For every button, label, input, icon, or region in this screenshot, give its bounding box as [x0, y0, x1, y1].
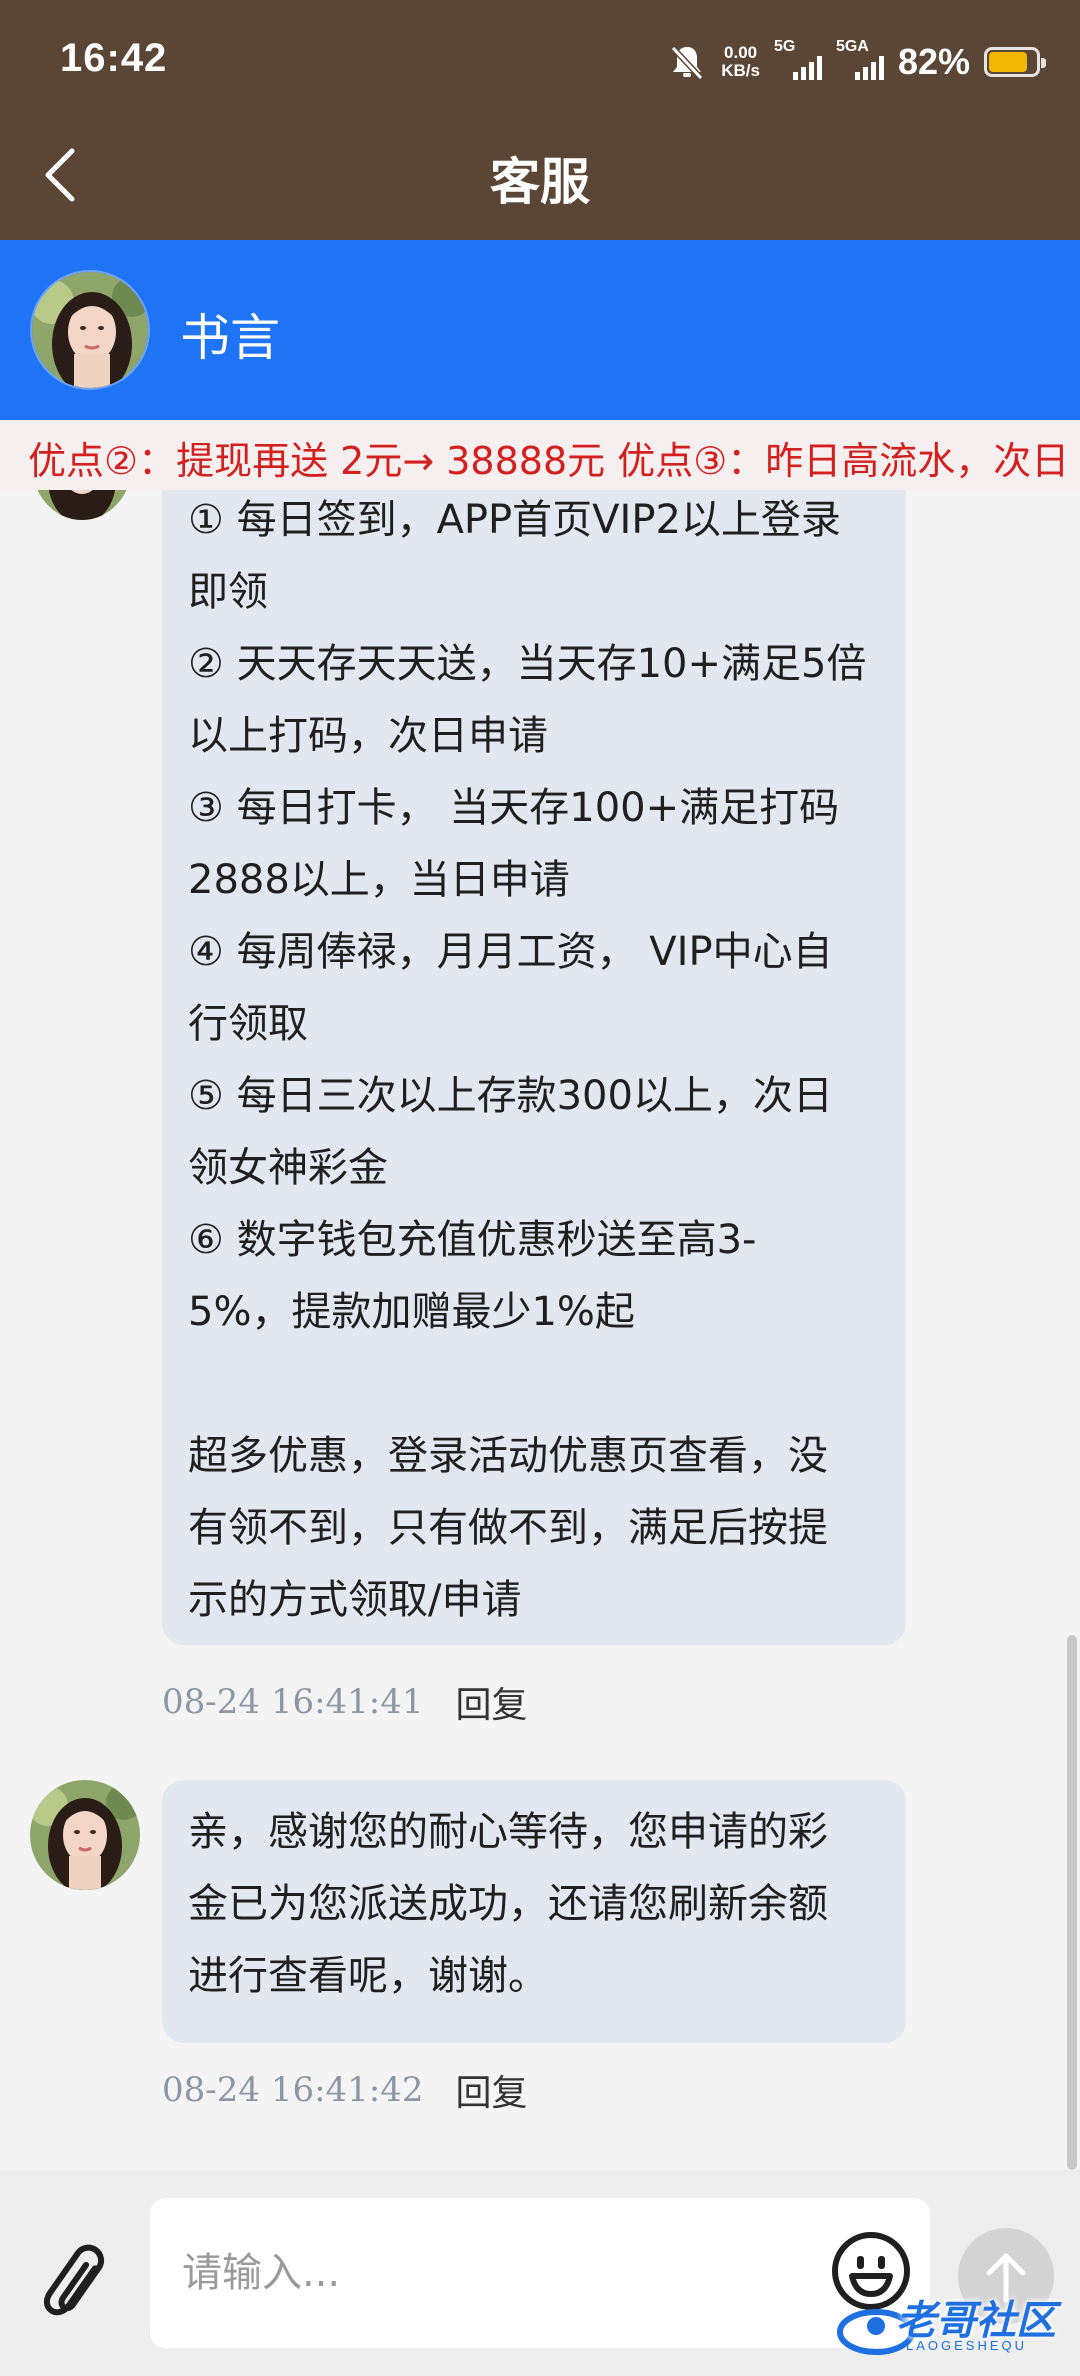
- agent-message-avatar-partial: [32, 490, 132, 520]
- message-line: 有领不到，只有做不到，满足后按提: [188, 1505, 828, 1551]
- sim1-signal-icon: 5G: [773, 38, 822, 84]
- message-line: 5%，提款加赠最少1%起: [188, 1289, 635, 1335]
- message-line: 领女神彩金: [188, 1145, 388, 1191]
- battery-icon: [984, 47, 1046, 77]
- message-meta: 08-24 16:41:42 回复: [162, 2062, 528, 2118]
- paperclip-icon: [43, 2244, 105, 2316]
- reply-button[interactable]: 回复: [456, 1676, 528, 1728]
- message-line: 2888以上，当日申请: [188, 857, 570, 903]
- message-line: ④ 每周俸禄，月月工资， VIP中心自: [188, 929, 833, 975]
- network-speed: 0.00 KB/s: [721, 44, 760, 80]
- status-icons: 0.00 KB/s 5G 5GA 82%: [667, 30, 1046, 94]
- sim2-signal-icon: 5GA: [835, 38, 884, 84]
- watermark-subtext: LAOGESHEQU: [906, 2338, 1028, 2353]
- message-meta: 08-24 16:41:41 回复: [162, 1674, 528, 1730]
- agent-name: 书言: [180, 309, 280, 367]
- message-line: [188, 1348, 880, 1420]
- reply-button[interactable]: 回复: [456, 2064, 528, 2116]
- network-speed-value: 0.00: [724, 43, 758, 62]
- message-line: ② 天天存天天送，当天存10+满足5倍: [188, 641, 867, 687]
- message-line: 即领: [188, 569, 268, 615]
- chat-area[interactable]: ① 每日签到，APP首页VIP2以上登录 即领 ② 天天存天天送，当天存10+满足5…: [0, 490, 1080, 2170]
- top-bar: 16:42 0.00 KB/s 5G 5GA 82% 客服: [0, 0, 1080, 240]
- message-line: 以上打码，次日申请: [188, 713, 548, 759]
- announcement-text: 优点②：提现再送 2元→ 38888元 优点③：昨日高流水，次日: [28, 439, 1070, 483]
- message-timestamp: 08-24 16:41:41: [162, 1682, 424, 1722]
- message-bubble: 亲，感谢您的耐心等待，您申请的彩 金已为您派送成功，还请您刷新余额 进行查看呢，谢谢…: [162, 1780, 906, 2043]
- message-input-box[interactable]: [150, 2198, 930, 2348]
- sim1-label: 5G: [773, 38, 796, 55]
- message-line: 行领取: [188, 1001, 308, 1047]
- agent-header: 书言: [0, 240, 1080, 420]
- page-title: 客服: [490, 153, 590, 211]
- message-line: ⑤ 每日三次以上存款300以上，次日: [188, 1073, 833, 1119]
- bell-muted-icon: [667, 42, 707, 82]
- sim2-label: 5GA: [835, 38, 869, 55]
- agent-message-avatar[interactable]: [30, 1780, 140, 1890]
- announcement-marquee: 优点②：提现再送 2元→ 38888元 优点③：昨日高流水，次日: [0, 420, 1080, 490]
- message-line: 进行查看呢，谢谢。: [188, 1953, 548, 1999]
- message-bubble: ① 每日签到，APP首页VIP2以上登录 即领 ② 天天存天天送，当天存10+满足5…: [162, 490, 906, 1645]
- message-line: 金已为您派送成功，还请您刷新余额: [188, 1881, 828, 1927]
- message-line: 亲，感谢您的耐心等待，您申请的彩: [188, 1809, 828, 1855]
- battery-percent: 82%: [897, 41, 970, 82]
- message-line: ① 每日签到，APP首页VIP2以上登录: [188, 497, 841, 543]
- message-timestamp: 08-24 16:41:42: [162, 2070, 424, 2110]
- message-line: ③ 每日打卡， 当天存100+满足打码: [188, 785, 840, 831]
- scrollbar-thumb[interactable]: [1067, 1635, 1077, 2170]
- attach-button[interactable]: [30, 2232, 120, 2322]
- watermark-logo: 老哥社区 LAOGESHEQU: [836, 2288, 1066, 2368]
- network-speed-unit: KB/s: [721, 61, 760, 80]
- message-line: ⑥ 数字钱包充值优惠秒送至高3-: [188, 1217, 757, 1263]
- chat-scrollbar[interactable]: [1064, 490, 1080, 2170]
- message-input[interactable]: [180, 2249, 804, 2297]
- message-line: 示的方式领取/申请: [188, 1577, 522, 1623]
- status-time: 16:42: [60, 36, 168, 80]
- agent-avatar[interactable]: [30, 270, 150, 390]
- message-line: 超多优惠，登录活动优惠页查看，没: [188, 1433, 828, 1479]
